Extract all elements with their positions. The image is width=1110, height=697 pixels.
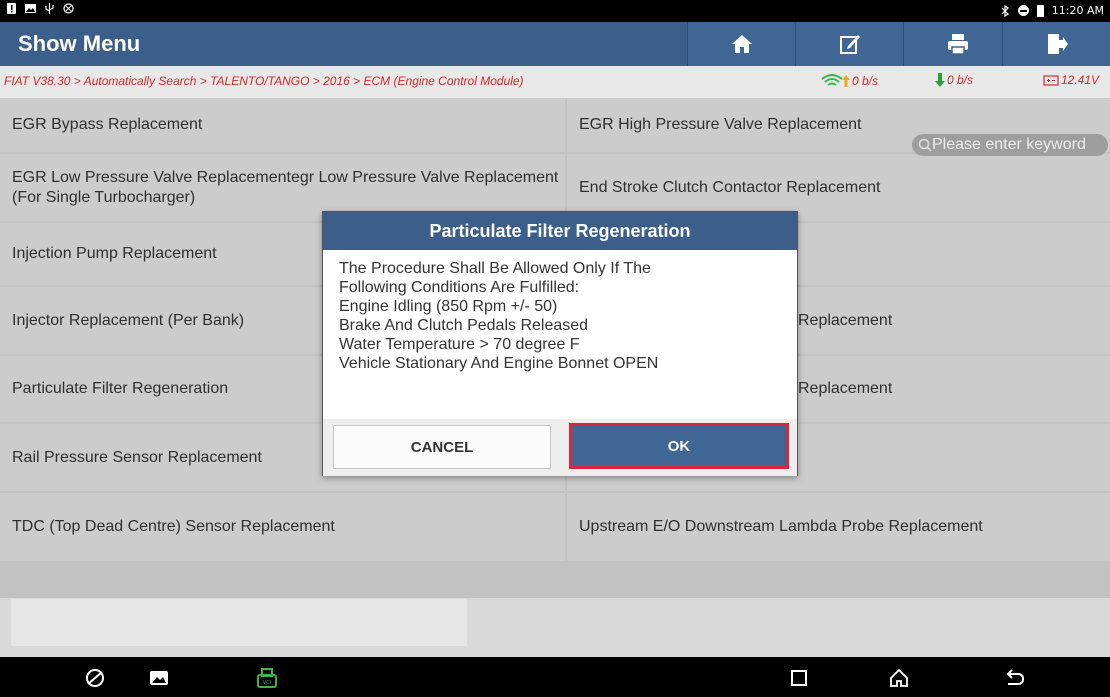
image-icon	[25, 4, 36, 13]
breadcrumb-bar: FIAT V38.30 > Automatically Search > TAL…	[0, 66, 1110, 98]
upload-speed: 0 b/s	[820, 73, 878, 89]
cancel-button[interactable]: CANCEL	[333, 425, 551, 469]
dialog-line: Following Conditions Are Fulfilled:	[339, 279, 580, 296]
status-time: 11:20 AM	[1051, 4, 1104, 17]
dialog-line: Brake And Clutch Pedals Released	[339, 317, 589, 334]
breadcrumb: FIAT V38.30 > Automatically Search > TAL…	[4, 74, 524, 88]
back-icon[interactable]	[1003, 667, 1025, 689]
print-button[interactable]	[903, 22, 1011, 66]
exit-icon	[1047, 34, 1068, 54]
home-button[interactable]	[687, 22, 795, 66]
exit-button[interactable]	[1002, 22, 1110, 66]
do-not-disturb-icon	[1017, 5, 1029, 16]
page-title: Show Menu	[18, 31, 141, 56]
battery-voltage-icon	[1043, 75, 1059, 86]
voltage-value: 12.41V	[1061, 73, 1100, 87]
print-icon	[947, 34, 968, 55]
home-nav-icon[interactable]	[888, 667, 910, 689]
status-right: 11:20 AM	[1001, 4, 1104, 17]
bottom-panel	[11, 599, 467, 646]
dialog-line: Vehicle Stationary And Engine Bonnet OPE…	[339, 355, 659, 372]
search-icon	[918, 138, 932, 152]
dialog-line: Water Temperature > 70 degree F	[339, 336, 580, 353]
debug-icon	[63, 3, 74, 14]
upload-value: 0 b/s	[852, 74, 879, 88]
download-value: 0 b/s	[947, 73, 974, 87]
browser-icon[interactable]	[84, 667, 106, 689]
system-nav-bar: VCI	[0, 657, 1110, 697]
usb-icon	[45, 3, 54, 14]
recents-icon[interactable]	[788, 667, 810, 689]
edit-button[interactable]	[795, 22, 903, 66]
dialog-footer: CANCEL OK	[323, 419, 797, 476]
wifi-icon	[821, 74, 850, 87]
ok-button[interactable]: OK	[569, 423, 789, 469]
gallery-icon[interactable]	[148, 667, 170, 689]
svg-text:VCI: VCI	[263, 680, 271, 686]
dialog-line: The Procedure Shall Be Allowed Only If T…	[339, 260, 651, 277]
voltage-readout: 12.41V	[1043, 73, 1099, 87]
dialog-title: Particulate Filter Regeneration	[323, 212, 797, 250]
alert-icon	[7, 3, 16, 14]
home-icon	[731, 35, 752, 53]
vci-icon[interactable]: VCI	[256, 667, 278, 689]
dialog-message: The Procedure Shall Be Allowed Only If T…	[323, 250, 797, 419]
download-arrow-icon	[935, 73, 945, 87]
dialog-line: Engine Idling (850 Rpm +/- 50)	[339, 298, 558, 315]
edit-icon	[839, 35, 860, 54]
app-header: Show Menu	[0, 22, 1110, 66]
confirm-dialog: Particulate Filter Regeneration The Proc…	[322, 211, 798, 476]
download-speed: 0 b/s	[935, 73, 973, 87]
battery-icon	[1036, 4, 1044, 17]
search-input[interactable]: Please enter keyword	[912, 134, 1108, 156]
status-bar: 11:20 AM	[0, 0, 1110, 22]
bluetooth-icon	[1001, 4, 1009, 17]
status-icons	[6, 3, 74, 14]
search-placeholder: Please enter keyword	[932, 136, 1086, 153]
